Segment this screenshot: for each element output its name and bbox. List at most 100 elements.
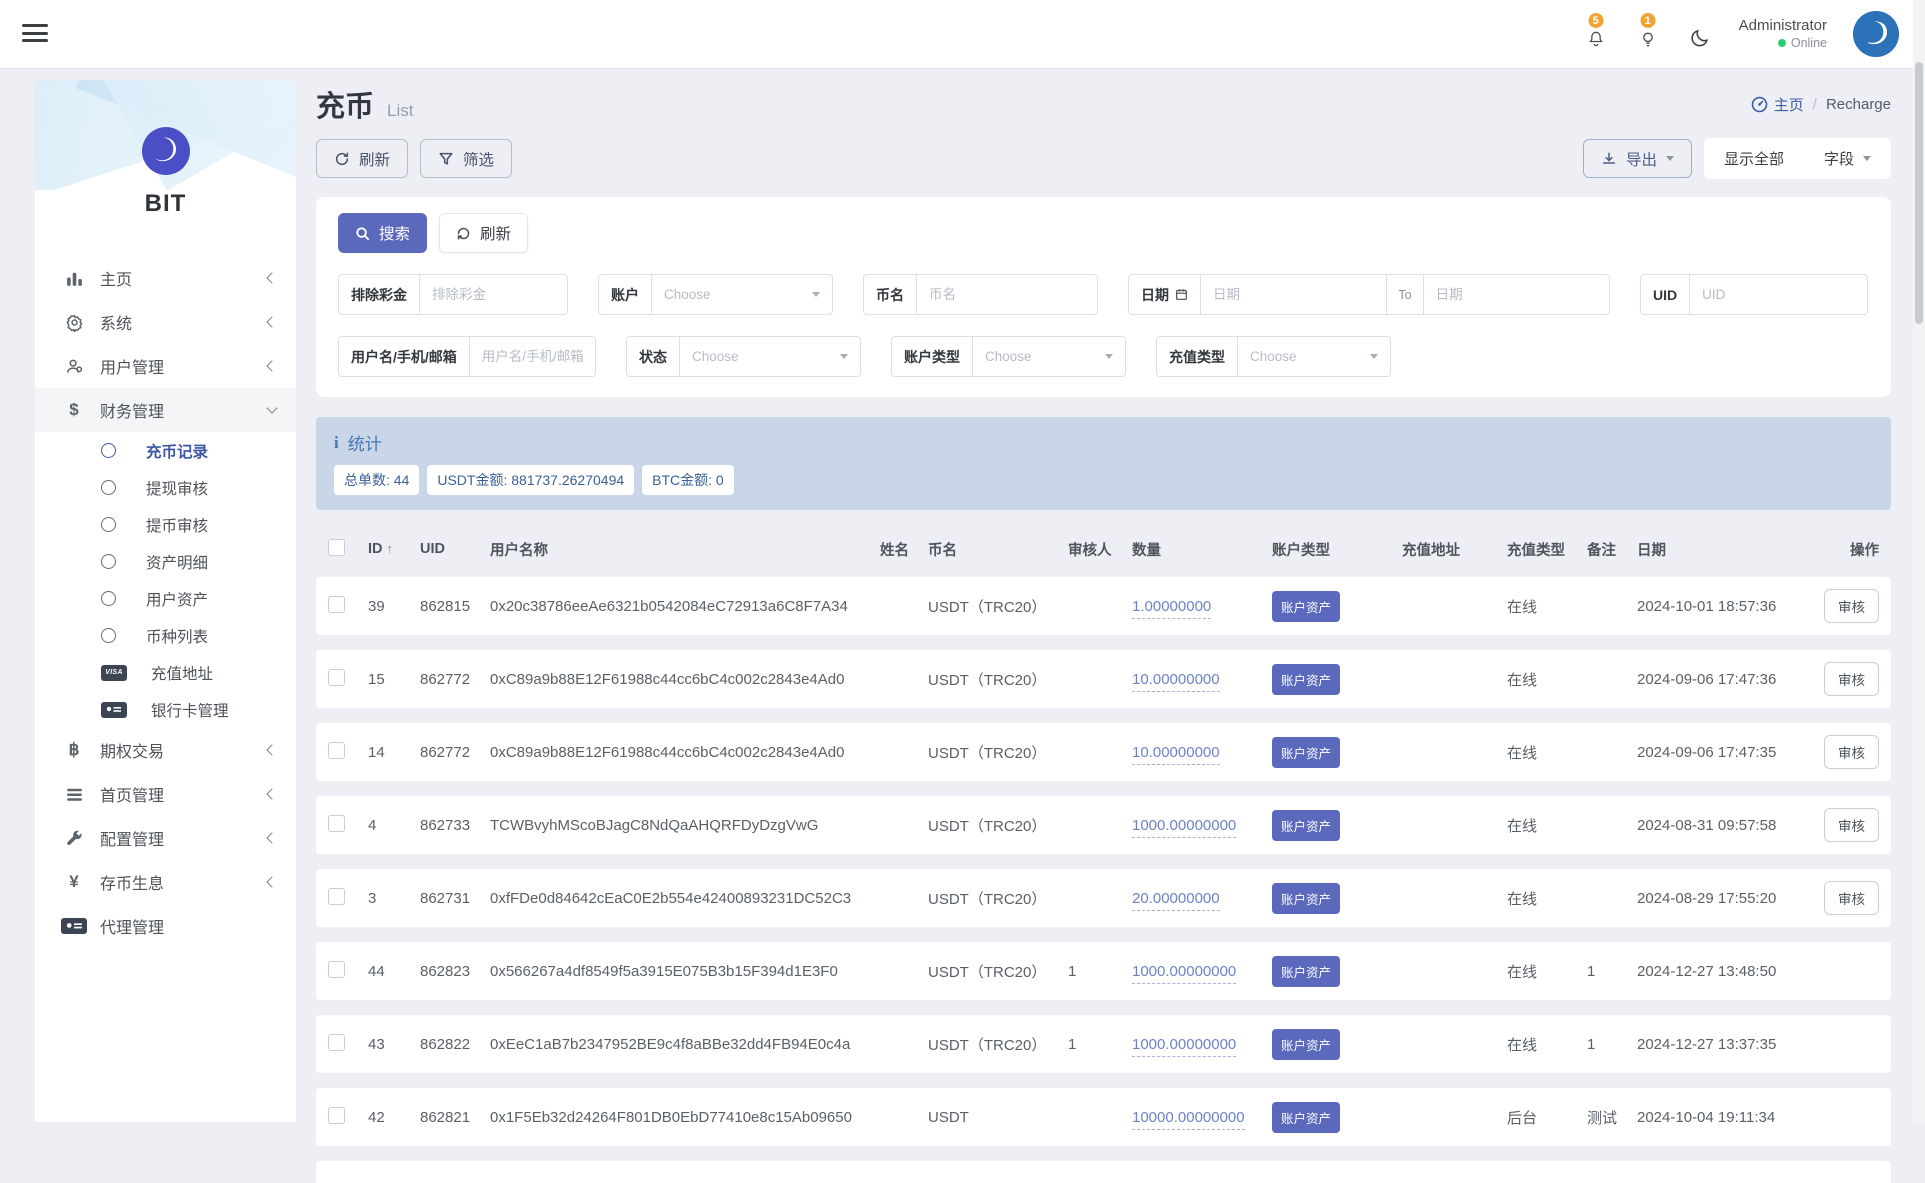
sidebar-subitem-9[interactable]: 币种列表 — [35, 617, 296, 654]
row-checkbox[interactable] — [328, 1033, 345, 1051]
cell-recharge-type: 在线 — [1507, 598, 1538, 616]
reset-button[interactable]: 刷新 — [439, 213, 529, 253]
sidebar-item-14[interactable]: 配置管理 — [35, 816, 296, 860]
filter-input[interactable] — [1690, 275, 1867, 314]
date-to-input[interactable] — [1423, 275, 1609, 314]
review-button[interactable]: 审核 — [1824, 881, 1879, 915]
sidebar-subitem-10[interactable]: VISA 充值地址 — [35, 654, 296, 691]
filter-row-2: 用户名/手机/邮箱状态Choose账户类型Choose充值类型Choose — [338, 336, 1869, 377]
filter-select[interactable]: Choose — [680, 337, 860, 376]
sidebar-item-3[interactable]: $ 财务管理 — [35, 388, 296, 432]
filter-select[interactable]: Choose — [1238, 337, 1390, 376]
sidebar-subitem-5[interactable]: 提现审核 — [35, 469, 296, 506]
sidebar-item-12[interactable]: ฿期权交易 — [35, 728, 296, 772]
review-button[interactable]: 审核 — [1824, 808, 1879, 842]
cell-date: 2024-12-27 13:37:35 — [1637, 1035, 1777, 1053]
amount-link[interactable]: 10000.00000000 — [1132, 1108, 1245, 1130]
amount-link[interactable]: 1000.00000000 — [1132, 816, 1237, 838]
search-icon — [356, 226, 370, 240]
filter-input[interactable] — [917, 275, 1097, 314]
amount-link[interactable]: 1000.00000000 — [1132, 962, 1237, 984]
breadcrumb-current: Recharge — [1825, 95, 1891, 113]
admin-block[interactable]: Administrator Online — [1739, 17, 1827, 51]
amount-link[interactable]: 1.00000000 — [1132, 597, 1212, 619]
page-scrollbar[interactable] — [1913, 0, 1925, 1122]
filter-select[interactable]: Choose — [652, 275, 832, 314]
admin-name: Administrator — [1738, 16, 1827, 34]
sidebar-subitem-7[interactable]: 资产明细 — [35, 543, 296, 580]
dark-mode-toggle-icon[interactable] — [1687, 19, 1713, 49]
filter-group-1-1: 排除彩金 — [338, 274, 568, 315]
chevron-left-icon — [266, 360, 278, 372]
filter-label: 账户 — [599, 275, 652, 314]
cell-date: 2024-08-31 09:57:58 — [1637, 816, 1777, 834]
amount-link[interactable]: 10.00000000 — [1132, 743, 1220, 765]
fields-dropdown[interactable]: 字段 — [1804, 148, 1891, 169]
fields-box: 显示全部 字段 — [1703, 138, 1891, 179]
show-all-button[interactable]: 显示全部 — [1704, 148, 1804, 169]
cell-uid: 862772 — [420, 743, 471, 761]
refresh-button[interactable]: 刷新 — [316, 139, 409, 178]
scrollbar-thumb[interactable] — [1915, 62, 1923, 324]
chevron-left-icon — [266, 876, 278, 888]
review-button[interactable]: 审核 — [1824, 662, 1879, 696]
filter-input[interactable] — [420, 275, 567, 314]
row-checkbox[interactable] — [328, 814, 345, 832]
row-checkbox[interactable] — [328, 1106, 345, 1124]
filter-select[interactable]: Choose — [973, 337, 1125, 376]
sidebar-subitem-11[interactable]: 银行卡管理 — [35, 691, 296, 728]
account-type-badge: 账户资产 — [1272, 663, 1341, 695]
filter-input[interactable] — [469, 337, 595, 376]
sidebar-item-16[interactable]: 代理管理 — [35, 904, 296, 948]
select-all-checkbox[interactable] — [328, 538, 345, 556]
cell-coin: USDT（TRC20） — [928, 598, 1047, 616]
cell-uid: 862772 — [420, 670, 471, 688]
row-checkbox[interactable] — [328, 960, 345, 978]
col-header: 数量 — [1132, 542, 1161, 559]
logo-text: BIT — [144, 190, 187, 217]
sidebar-item-1[interactable]: 系统 — [35, 300, 296, 344]
sidebar-item-15[interactable]: ¥ 存币生息 — [35, 860, 296, 904]
circle-icon — [101, 628, 116, 643]
row-checkbox[interactable] — [328, 595, 345, 613]
cell-coin: USDT（TRC20） — [928, 890, 1047, 908]
filter-button[interactable]: 筛选 — [420, 139, 513, 178]
sidebar-item-2[interactable]: 用户管理 — [35, 344, 296, 388]
amount-link[interactable]: 1000.00000000 — [1132, 1035, 1237, 1057]
sidebar-subitem-6[interactable]: 提币审核 — [35, 506, 296, 543]
breadcrumb-home-link[interactable]: 主页 — [1751, 94, 1804, 115]
avatar[interactable] — [1853, 11, 1899, 57]
row-checkbox[interactable] — [328, 668, 345, 686]
col-header: 日期 — [1637, 542, 1666, 559]
table-row-partial — [316, 1161, 1891, 1183]
row-checkbox[interactable] — [328, 887, 345, 905]
sidebar: BIT 主页 系统 用户管理 $ 财务管理 充币记录 提现审核 提币审核 资产明细 用户资产 币种列… — [35, 80, 296, 1122]
sort-asc-icon[interactable]: ↑ — [387, 541, 394, 556]
sidebar-subitem-4[interactable]: 充币记录 — [35, 432, 296, 469]
announcement-bulb-icon[interactable]: 1 — [1635, 11, 1661, 49]
amount-link[interactable]: 20.00000000 — [1132, 889, 1220, 911]
menu-toggle-icon[interactable] — [22, 24, 48, 44]
circle-icon — [101, 517, 116, 532]
bitcoin-icon: ฿ — [68, 740, 80, 759]
search-button[interactable]: 搜索 — [338, 213, 428, 253]
gear-icon — [61, 313, 87, 332]
notification-bell-icon[interactable]: 5 — [1583, 11, 1609, 49]
review-button[interactable]: 审核 — [1824, 589, 1879, 623]
topbar: 5 1 Administrator Online — [0, 0, 1925, 68]
sidebar-item-13[interactable]: 首页管理 — [35, 772, 296, 816]
cell-username: 0x20c38786eeAe6321b0542084eC72913a6C8F7A… — [490, 597, 848, 615]
amount-link[interactable]: 10.00000000 — [1132, 670, 1220, 692]
review-button[interactable]: 审核 — [1824, 735, 1879, 769]
cell-id: 39 — [368, 597, 385, 615]
cell-username: 0x1F5Eb32d24264F801DB0EbD77410e8c15Ab096… — [490, 1108, 852, 1126]
cell-id: 14 — [368, 743, 385, 761]
chevron-left-icon — [266, 788, 278, 800]
row-checkbox[interactable] — [328, 741, 345, 759]
breadcrumb: 主页 / Recharge — [1751, 94, 1891, 115]
sidebar-item-0[interactable]: 主页 — [35, 256, 296, 300]
sidebar-subitem-8[interactable]: 用户资产 — [35, 580, 296, 617]
date-from-input[interactable] — [1201, 275, 1387, 314]
table-row-4: 4 862733 TCWBvyhMScoBJagC8NdQaAHQRFDyDzgVw… — [316, 796, 1891, 854]
export-button[interactable]: 导出 — [1582, 139, 1692, 178]
